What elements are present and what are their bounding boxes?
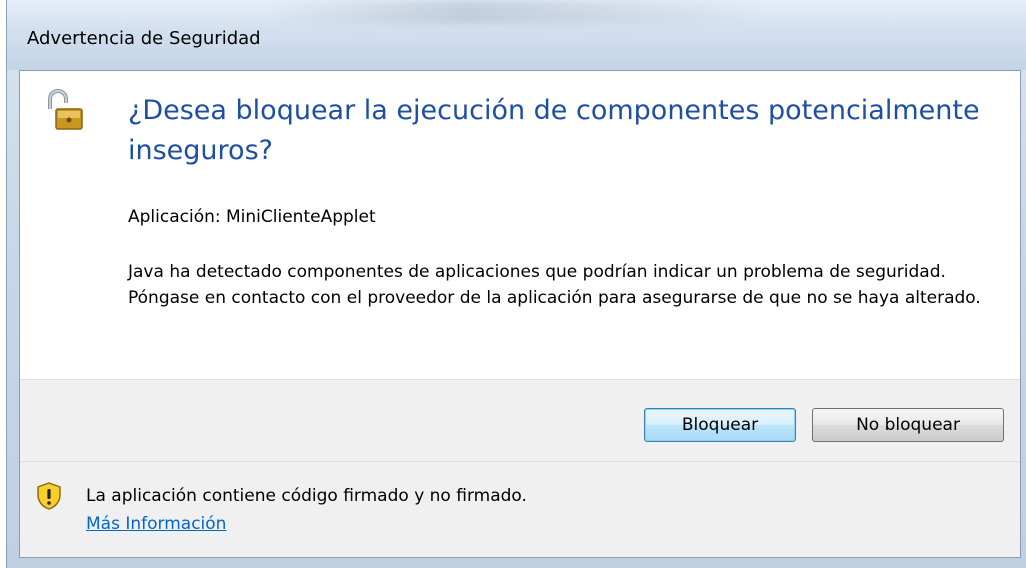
block-button[interactable]: Bloquear bbox=[644, 408, 796, 442]
dialog-content: ¿Desea bloquear la ejecución de componen… bbox=[20, 71, 1020, 379]
dialog-description: Java ha detectado componentes de aplicac… bbox=[128, 262, 981, 308]
security-warning-window: Advertencia de Seguridad ¿Desea bloquear… bbox=[6, 0, 1026, 568]
title-bar[interactable]: Advertencia de Seguridad bbox=[7, 0, 1026, 70]
shield-warning-icon bbox=[37, 482, 61, 510]
no-block-button[interactable]: No bloquear bbox=[812, 408, 1004, 442]
dialog-body: ¿Desea bloquear la ejecución de componen… bbox=[19, 70, 1021, 558]
title-bar-glass bbox=[267, 0, 767, 24]
dialog-heading: ¿Desea bloquear la ejecución de componen… bbox=[128, 95, 980, 166]
more-info-link[interactable]: Más Información bbox=[86, 514, 226, 534]
application-name: Aplicación: MiniClienteApplet bbox=[128, 207, 376, 227]
button-bar: Bloquear No bloquear bbox=[20, 379, 1020, 462]
footer-message: La aplicación contiene código firmado y … bbox=[86, 486, 527, 506]
window-title: Advertencia de Seguridad bbox=[27, 28, 261, 49]
dialog-footer: La aplicación contiene código firmado y … bbox=[20, 461, 1020, 557]
padlock-open-icon bbox=[48, 89, 83, 130]
